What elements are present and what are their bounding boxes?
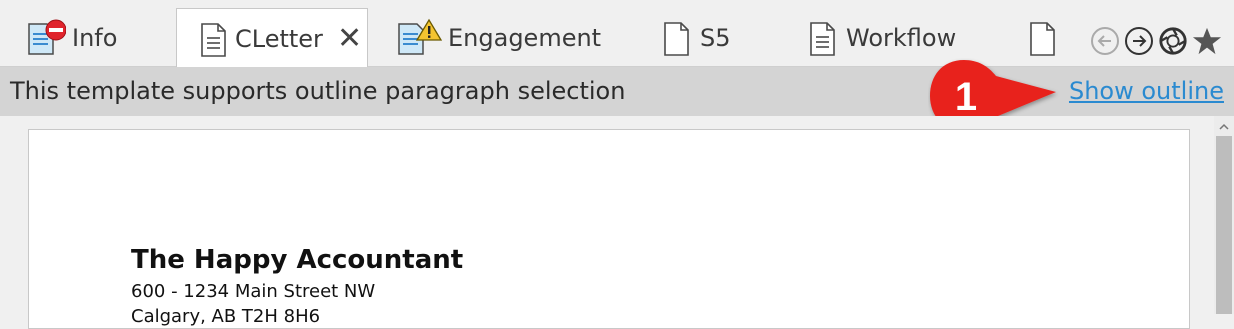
tab-cletter-label: CLetter (235, 24, 323, 53)
document-page[interactable]: The Happy Accountant 600 - 1234 Main Str… (28, 129, 1190, 329)
back-arrow-icon[interactable] (1090, 24, 1120, 58)
company-name: The Happy Accountant (131, 245, 464, 275)
address-line-1: 600 - 1234 Main Street NW (131, 281, 376, 302)
outline-support-message: This template supports outline paragraph… (10, 77, 626, 105)
tab-info[interactable]: Info (26, 8, 166, 67)
document-warning-icon (396, 18, 443, 58)
scroll-up-icon[interactable] (1218, 120, 1230, 132)
address-line-2: Calgary, AB T2H 8H6 (131, 306, 321, 327)
document-preview-area: The Happy Accountant 600 - 1234 Main Str… (0, 116, 1214, 329)
blank-document-icon (1028, 18, 1060, 58)
tab-s5-label: S5 (700, 23, 731, 52)
document-blocked-icon (26, 18, 67, 58)
tab-navigation (1090, 24, 1222, 58)
tab-cletter[interactable]: CLetter ✕ (176, 8, 368, 68)
close-icon[interactable]: ✕ (337, 23, 362, 54)
tab-engagement-label: Engagement (448, 23, 602, 52)
blank-document-icon (662, 18, 694, 58)
tab-workflow-label: Workflow (846, 23, 957, 52)
tab-s5[interactable]: S5 (662, 8, 772, 67)
forward-arrow-icon[interactable] (1124, 24, 1154, 58)
document-icon (199, 19, 229, 59)
star-icon[interactable] (1192, 24, 1222, 58)
document-icon (808, 18, 840, 58)
callout-number: 1 (955, 75, 977, 119)
tab-strip: Info CLetter ✕ Engagement S5 Workflow (0, 0, 1234, 68)
vertical-scrollbar[interactable] (1214, 116, 1234, 314)
tab-info-label: Info (72, 23, 118, 52)
tab-engagement[interactable]: Engagement (396, 8, 601, 67)
show-outline-link[interactable]: Show outline (1069, 77, 1224, 105)
refresh-icon[interactable] (1158, 24, 1188, 58)
scrollbar-thumb[interactable] (1216, 136, 1232, 314)
